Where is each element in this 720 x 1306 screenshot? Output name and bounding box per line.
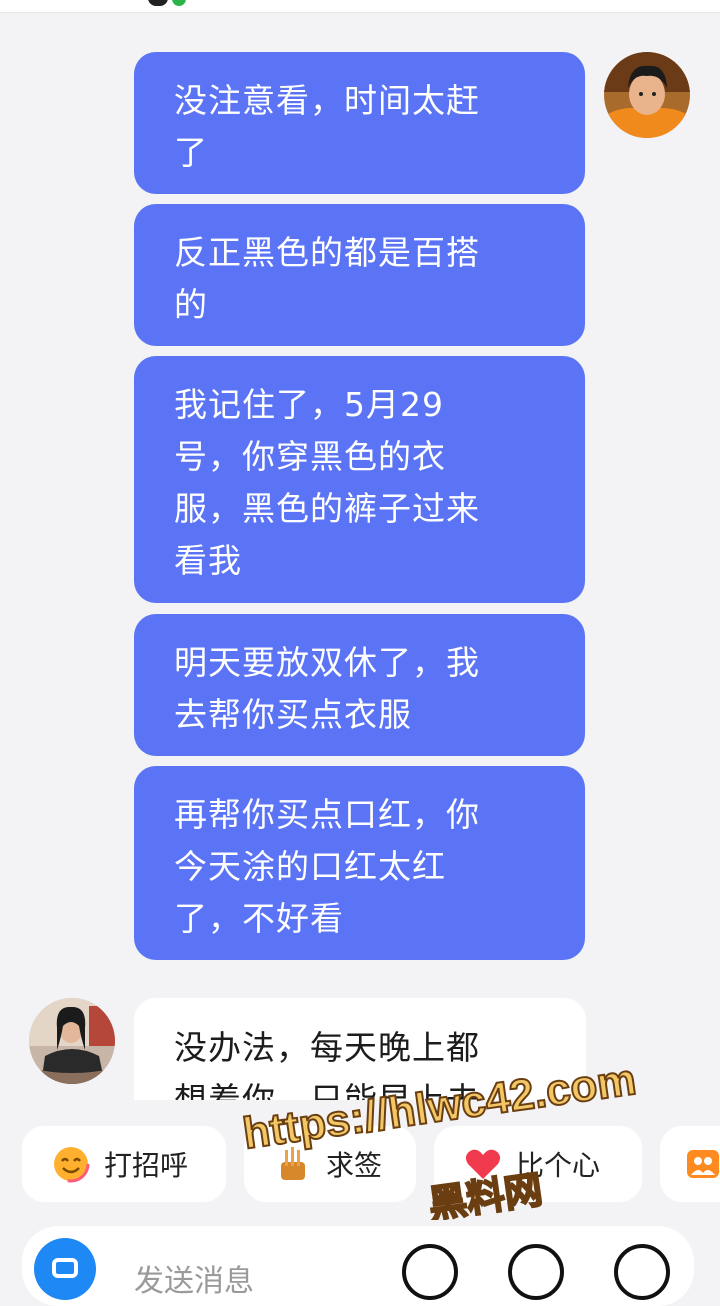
message-bubble-received[interactable]: 没办法，每天晚上都 想着你，只能早上去 (134, 998, 586, 1100)
message-line: 的 (174, 285, 208, 324)
message-line: 想着你，只能早上去 (174, 1080, 480, 1100)
fortune-label: 求签 (326, 1149, 383, 1182)
message-bubble-sent[interactable]: 反正黑色的都是百搭 的 (134, 204, 585, 346)
message-bubble-sent[interactable]: 我记住了，5月29 号，你穿黑色的衣 服，黑色的裤子过来 看我 (134, 356, 585, 603)
message-line: 反正黑色的都是百搭 (174, 233, 480, 272)
voice-icon[interactable] (402, 1244, 458, 1300)
message-line: 服，黑色的裤子过来 (174, 489, 480, 528)
message-line: 明天要放双休了，我 (174, 643, 480, 682)
message-line: 去帮你买点衣服 (174, 695, 412, 734)
message-input-placeholder: 发送消息 (134, 1264, 254, 1299)
message-line: 看我 (174, 541, 242, 580)
status-bar (0, 0, 720, 13)
group-photo-icon (686, 1143, 720, 1185)
fortune-button[interactable]: 求签 (244, 1126, 416, 1202)
my-avatar[interactable] (604, 52, 690, 138)
message-bubble-sent[interactable]: 没注意看，时间太赶 了 (134, 52, 585, 194)
plus-icon[interactable] (614, 1244, 670, 1300)
quick-actions-bar: 打招呼 求签 比个心 (0, 1100, 720, 1220)
status-icon-green (172, 0, 186, 6)
message-line: 了 (174, 133, 208, 172)
heart-icon (462, 1143, 504, 1185)
group-photo-button[interactable] (660, 1126, 720, 1202)
message-bubble-sent[interactable]: 再帮你买点口红，你 今天涂的口红太红 了，不好看 (134, 766, 585, 960)
greet-button[interactable]: 打招呼 (22, 1126, 226, 1202)
message-line: 没注意看，时间太赶 (174, 81, 480, 120)
heart-label: 比个心 (516, 1149, 601, 1182)
peer-avatar[interactable] (29, 998, 115, 1084)
message-input[interactable]: 发送消息 (22, 1226, 694, 1306)
message-line: 我记住了，5月29 (174, 385, 444, 424)
message-line: 再帮你买点口红，你 (174, 795, 480, 834)
chat-area[interactable]: 没注意看，时间太赶 了 反正黑色的都是百搭 的 我记住了，5月29 号，你穿黑色… (0, 13, 720, 1100)
status-icon (148, 0, 168, 6)
message-line: 了，不好看 (174, 899, 344, 938)
message-bubble-sent[interactable]: 明天要放双休了，我 去帮你买点衣服 (134, 614, 585, 756)
camera-icon[interactable] (34, 1238, 96, 1300)
message-line: 没办法，每天晚上都 (174, 1028, 480, 1067)
message-line: 今天涂的口红太红 (174, 847, 446, 886)
input-bar: 发送消息 (0, 1220, 720, 1306)
greet-label: 打招呼 (104, 1149, 189, 1182)
smile-emoji-icon (50, 1143, 92, 1185)
heart-button[interactable]: 比个心 (434, 1126, 642, 1202)
fortune-stick-icon (272, 1143, 314, 1185)
emoji-icon[interactable] (508, 1244, 564, 1300)
message-line: 号，你穿黑色的衣 (174, 437, 446, 476)
